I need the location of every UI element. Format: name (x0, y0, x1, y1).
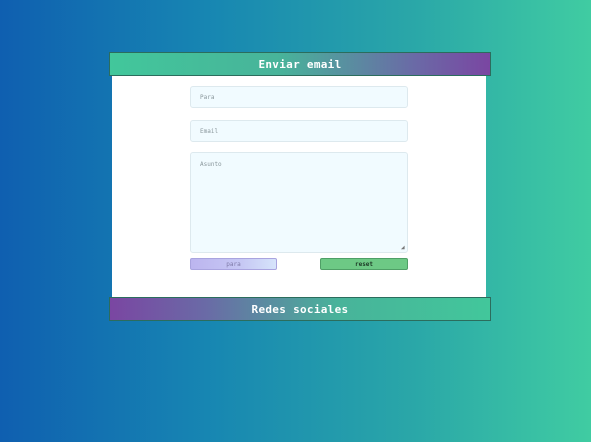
send-button[interactable]: para (190, 258, 277, 270)
send-button-label: para (226, 260, 241, 268)
resize-grip-icon[interactable]: ◢ (401, 245, 407, 251)
email-input[interactable] (190, 120, 408, 142)
reset-button-label: reset (354, 260, 374, 268)
asunto-textarea[interactable] (190, 152, 408, 253)
para-input[interactable] (190, 86, 408, 108)
email-form-panel: ◢ para reset (112, 76, 486, 297)
email-section-header: Enviar email (109, 52, 491, 76)
social-section-title: Redes sociales (251, 302, 349, 316)
email-section-title: Enviar email (258, 57, 342, 71)
reset-button[interactable]: reset (320, 258, 408, 270)
social-section-header: Redes sociales (109, 297, 491, 321)
